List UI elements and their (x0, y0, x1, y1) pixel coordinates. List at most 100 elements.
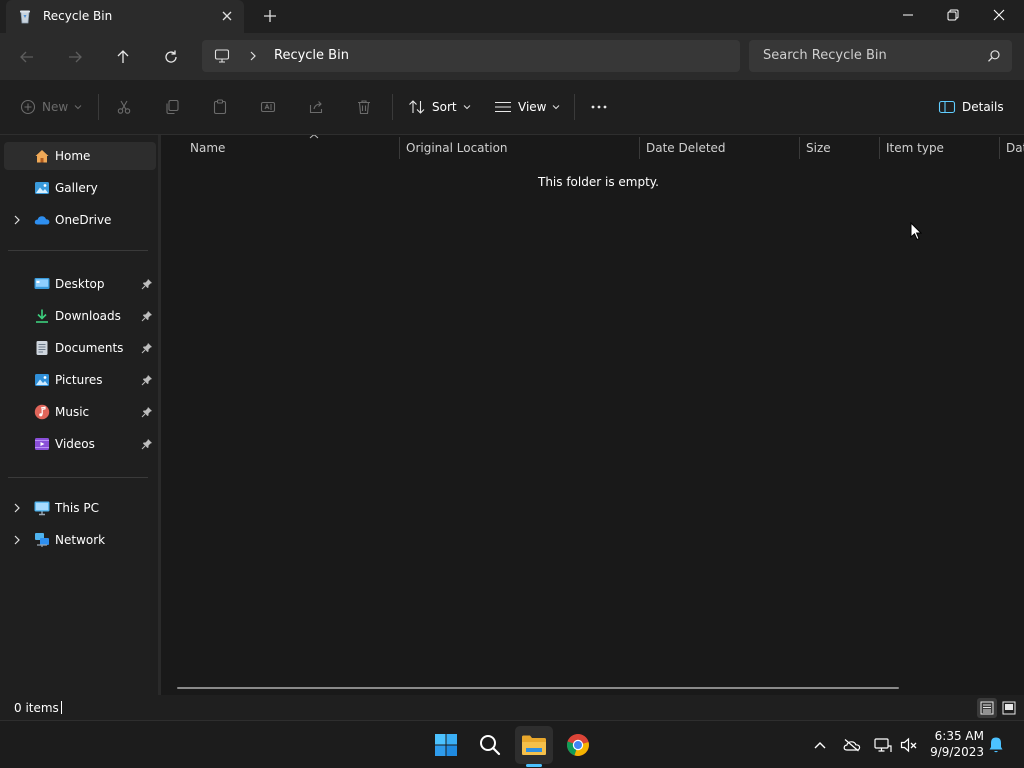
network-tray-button[interactable] (873, 735, 893, 755)
tab-recycle-bin[interactable]: Recycle Bin (6, 0, 244, 33)
new-tab-icon[interactable] (262, 8, 278, 24)
horizontal-scrollbar[interactable] (177, 687, 899, 689)
minimize-button[interactable] (885, 0, 931, 30)
details-label: Details (962, 100, 1004, 114)
sidebar-divider (8, 477, 148, 478)
network-icon (34, 532, 50, 548)
sort-ascending-icon (309, 135, 319, 139)
taskbar-chrome[interactable] (559, 726, 597, 764)
search-icon[interactable] (987, 49, 1001, 63)
back-button[interactable] (16, 46, 38, 68)
sort-button[interactable]: Sort (408, 96, 471, 118)
close-tab-icon[interactable] (219, 8, 235, 24)
sidebar-item-label: OneDrive (55, 213, 112, 227)
clock-time: 6:35 AM (934, 729, 984, 743)
sidebar-item-pictures[interactable]: Pictures (4, 366, 156, 394)
column-header-date[interactable]: Dat (999, 135, 1024, 161)
sidebar-item-gallery[interactable]: Gallery (4, 174, 156, 202)
close-window-button[interactable] (976, 0, 1022, 30)
windows-start-icon (434, 733, 458, 757)
sidebar-item-this-pc[interactable]: This PC (4, 494, 156, 522)
column-header-item-type[interactable]: Item type (879, 135, 999, 161)
search-box[interactable]: Search Recycle Bin (749, 40, 1012, 72)
chevron-right-icon[interactable] (12, 214, 22, 226)
item-count: 0 items (14, 701, 59, 715)
chevron-right-icon[interactable] (12, 502, 22, 514)
pin-icon[interactable] (141, 438, 153, 450)
sidebar-item-downloads[interactable]: Downloads (4, 302, 156, 330)
onedrive-tray-button[interactable] (842, 735, 862, 755)
view-button[interactable]: View (494, 96, 560, 118)
column-header-date-deleted[interactable]: Date Deleted (639, 135, 799, 161)
column-header-label: Dat (1006, 141, 1024, 155)
file-list: Name Original Location Date Deleted Size… (161, 135, 1024, 695)
large-icons-view-button[interactable] (999, 698, 1019, 718)
details-view-icon (980, 701, 994, 715)
view-label: View (518, 100, 547, 114)
cut-button[interactable] (116, 96, 132, 118)
search-input[interactable]: Search Recycle Bin (763, 48, 887, 63)
refresh-button[interactable] (160, 46, 182, 68)
sidebar-item-label: Network (55, 533, 106, 547)
sidebar-item-label: Gallery (55, 181, 98, 195)
pin-icon[interactable] (141, 406, 153, 418)
address-bar[interactable]: Recycle Bin (202, 40, 740, 72)
sidebar-item-videos[interactable]: Videos (4, 430, 156, 458)
trash-icon (356, 99, 372, 115)
chevron-down-icon (463, 103, 471, 111)
details-view-button[interactable] (977, 698, 997, 718)
sidebar-item-documents[interactable]: Documents (4, 334, 156, 362)
delete-button[interactable] (356, 96, 372, 118)
sidebar-item-music[interactable]: Music (4, 398, 156, 426)
monitor-icon (214, 48, 230, 64)
pin-icon[interactable] (141, 310, 153, 322)
pin-icon[interactable] (141, 374, 153, 386)
cloud-off-icon (843, 738, 861, 752)
sidebar-item-onedrive[interactable]: OneDrive (4, 206, 156, 234)
forward-button[interactable] (64, 46, 86, 68)
new-button[interactable]: New (20, 96, 82, 118)
taskbar-search-button[interactable] (471, 726, 509, 764)
column-header-original-location[interactable]: Original Location (399, 135, 639, 161)
paste-button[interactable] (212, 96, 228, 118)
share-button[interactable] (308, 96, 324, 118)
notifications-button[interactable] (986, 735, 1006, 755)
show-hidden-icons-button[interactable] (810, 735, 830, 755)
taskbar-clock[interactable]: 6:35 AM 9/9/2023 (928, 728, 984, 760)
more-options-button[interactable] (590, 96, 608, 118)
chevron-right-icon[interactable] (12, 534, 22, 546)
rename-icon (260, 99, 276, 115)
details-pane-button[interactable]: Details (938, 96, 1004, 118)
up-button[interactable] (112, 46, 134, 68)
column-header-size[interactable]: Size (799, 135, 879, 161)
divider (392, 94, 393, 120)
bell-icon (988, 736, 1004, 754)
share-icon (308, 99, 324, 115)
status-divider (61, 701, 62, 714)
copy-icon (164, 99, 180, 115)
network-status-icon (874, 737, 892, 753)
chevron-down-icon (552, 103, 560, 111)
sidebar-item-home[interactable]: Home (4, 142, 156, 170)
sidebar-divider (8, 250, 148, 251)
this-pc-icon (34, 500, 50, 516)
taskbar-file-explorer[interactable] (515, 726, 553, 764)
restore-button[interactable] (930, 0, 976, 30)
pin-icon[interactable] (141, 278, 153, 290)
volume-tray-button[interactable] (899, 735, 919, 755)
sort-label: Sort (432, 100, 457, 114)
chevron-right-icon[interactable] (248, 50, 258, 62)
tab-title: Recycle Bin (43, 9, 113, 23)
column-header-label: Size (806, 141, 831, 155)
sidebar-item-desktop[interactable]: Desktop (4, 270, 156, 298)
copy-button[interactable] (164, 96, 180, 118)
rename-button[interactable] (260, 96, 276, 118)
sidebar-item-network[interactable]: Network (4, 526, 156, 554)
onedrive-icon (34, 212, 50, 228)
chrome-icon (566, 733, 590, 757)
status-bar: 0 items (0, 695, 1024, 720)
pin-icon[interactable] (141, 342, 153, 354)
column-header-name[interactable]: Name (183, 135, 399, 161)
start-button[interactable] (427, 726, 465, 764)
breadcrumb-recycle-bin[interactable]: Recycle Bin (274, 48, 349, 63)
